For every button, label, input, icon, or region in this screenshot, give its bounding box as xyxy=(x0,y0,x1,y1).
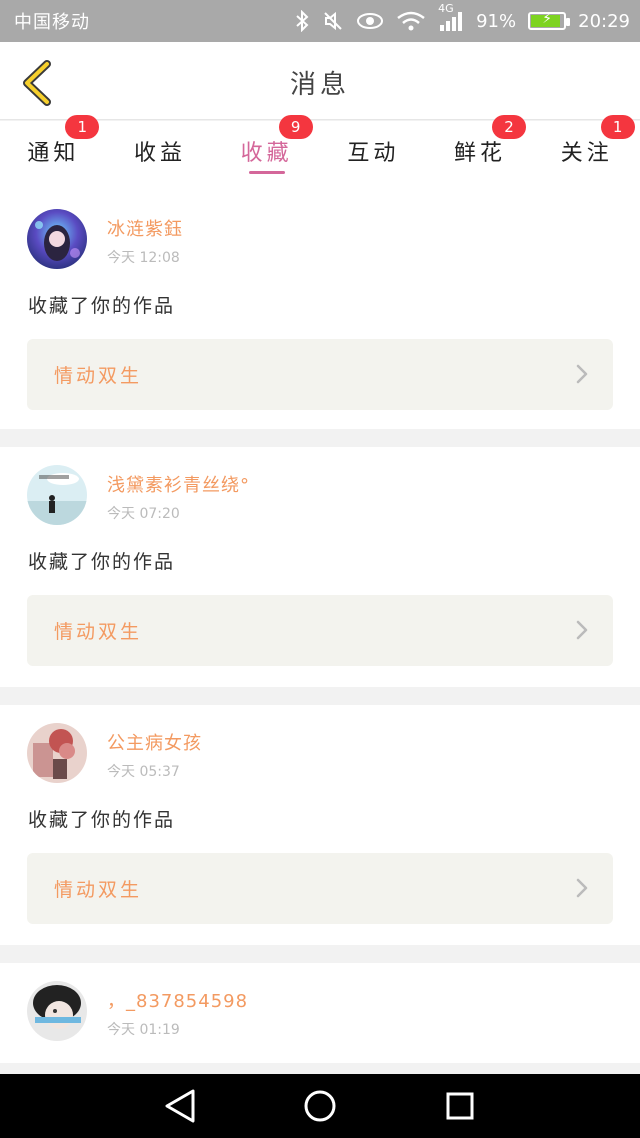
tab-label: 收益 xyxy=(134,141,187,166)
message-card: ，_837854598 今天 01:19 xyxy=(0,963,640,1063)
message-card: 浅黛素衫青丝绕° 今天 07:20 收藏了你的作品情动双生 xyxy=(0,447,640,687)
timestamp: 今天 12:08 xyxy=(107,250,180,266)
work-link[interactable]: 情动双生 xyxy=(27,595,613,666)
tab-active-indicator xyxy=(248,171,285,174)
work-title: 情动双生 xyxy=(54,879,143,901)
work-link[interactable]: 情动双生 xyxy=(27,853,613,924)
square-recents-icon xyxy=(446,1092,474,1120)
triangle-back-icon xyxy=(165,1089,195,1123)
work-title: 情动双生 xyxy=(54,621,143,643)
username[interactable]: 公主病女孩 xyxy=(107,729,202,755)
tab-1[interactable]: 收益 xyxy=(107,121,214,191)
avatar[interactable] xyxy=(27,209,87,269)
tab-badge: 1 xyxy=(65,115,100,139)
page-title: 消息 xyxy=(289,70,350,100)
chevron-right-icon xyxy=(575,619,589,645)
avatar[interactable] xyxy=(27,723,87,783)
tab-label: 通知 xyxy=(27,141,80,166)
action-text: 收藏了你的作品 xyxy=(28,551,176,573)
message-card: 冰涟紫鈺今天 12:08 收藏了你的作品情动双生 xyxy=(0,191,640,429)
tab-badge: 1 xyxy=(600,115,635,139)
timestamp: 今天 05:37 xyxy=(107,764,180,780)
message-feed: 冰涟紫鈺 今天 12:08 收藏了你的作品 情动双生 浅黛素衫青丝绕° 今天 07:20 收… xyxy=(0,191,640,1063)
system-nav-bar xyxy=(0,1074,640,1138)
wifi-icon xyxy=(396,10,426,32)
clock: 20:29 xyxy=(578,10,630,32)
tab-badge: 2 xyxy=(492,115,527,139)
tab-4[interactable]: 鲜花 2 xyxy=(427,115,534,191)
message-card: 公主病女孩今天 05:37 收藏了你的作品情动双生 xyxy=(0,705,640,945)
status-bar: 中国移动 4G 91% ⚡ 20:29 xyxy=(0,0,640,42)
tab-label: 收藏 xyxy=(240,141,293,166)
username[interactable]: ，_837854598 xyxy=(107,987,248,1013)
tab-label: 互动 xyxy=(347,141,400,166)
tab-badge: 9 xyxy=(278,115,313,139)
tab-2[interactable]: 收藏 9 xyxy=(213,115,320,191)
avatar[interactable] xyxy=(27,465,87,525)
carrier-name: 中国移动 xyxy=(14,12,90,33)
chevron-right-icon xyxy=(575,877,589,903)
timestamp: 今天 01:19 xyxy=(107,1022,180,1038)
header: 消息 xyxy=(0,42,640,120)
work-title: 情动双生 xyxy=(54,365,143,387)
signal-icon: 4G xyxy=(438,2,464,32)
tab-0[interactable]: 通知 1 xyxy=(0,115,107,191)
tab-5[interactable]: 关注 1 xyxy=(533,115,640,191)
tab-label: 鲜花 xyxy=(454,141,507,166)
chevron-right-icon xyxy=(575,363,589,389)
action-text: 收藏了你的作品 xyxy=(28,295,176,317)
timestamp: 今天 07:20 xyxy=(107,506,180,522)
tab-3[interactable]: 互动 xyxy=(320,121,427,191)
eye-icon xyxy=(356,11,384,31)
tab-bar: 通知 1 收益 收藏 9 互动 鲜花 2 关注 1 xyxy=(0,115,640,191)
circle-home-icon xyxy=(304,1090,336,1122)
action-text: 收藏了你的作品 xyxy=(28,809,176,831)
username[interactable]: 浅黛素衫青丝绕° xyxy=(107,471,250,497)
battery-icon: ⚡ xyxy=(528,11,571,30)
nav-back-button[interactable] xyxy=(150,1076,210,1136)
work-link[interactable]: 情动双生 xyxy=(27,339,613,410)
nav-home-button[interactable] xyxy=(290,1076,350,1136)
mute-icon xyxy=(322,10,344,32)
bluetooth-icon xyxy=(294,10,310,32)
username[interactable]: 冰涟紫鈺 xyxy=(107,215,183,241)
nav-recents-button[interactable] xyxy=(430,1076,490,1136)
battery-percent: 91% xyxy=(476,10,517,32)
network-type: 4G xyxy=(438,2,454,15)
avatar[interactable] xyxy=(27,981,87,1041)
tab-label: 关注 xyxy=(560,141,613,166)
